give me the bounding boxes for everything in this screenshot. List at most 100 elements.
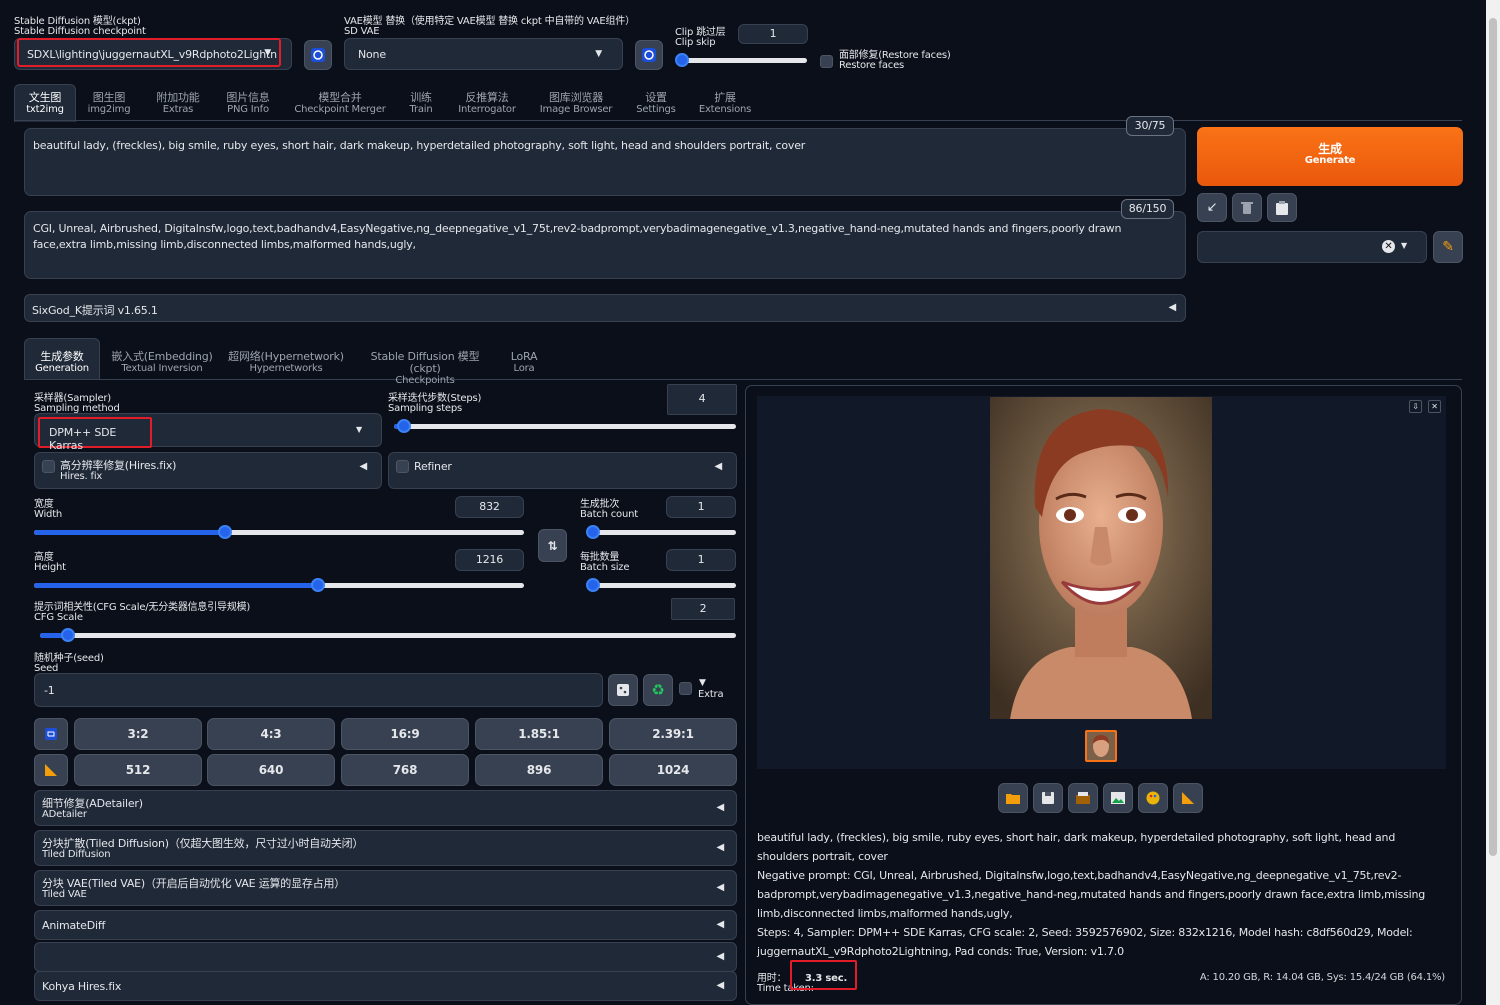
slider-handle[interactable] [586,578,600,592]
scrollbar[interactable] [1486,0,1500,1005]
prompt-textarea[interactable]: beautiful lady, (freckles), big smile, r… [24,128,1186,196]
reuse-seed-button[interactable]: ♻ [643,674,673,706]
size-button[interactable]: 512 [74,754,202,786]
tab-txt2img[interactable]: 文生图 txt2img [16,92,74,116]
subtab-checkpoints[interactable]: Stable Diffusion 模型(ckpt) Checkpoints [356,351,494,387]
send-to-inpaint-button[interactable] [1138,783,1168,813]
accordion-2[interactable]: 分块 VAE(Tiled VAE)（开启后自动优化 VAE 运算的显存占用） Ti… [34,870,737,906]
generate-button[interactable]: 生成 Generate [1197,127,1463,186]
refresh-icon [311,48,325,62]
styles-dropdown[interactable]: ✕ ▼ [1197,231,1427,263]
sampler-label: 采样器(Sampler) Sampling method [34,393,120,414]
ratio-button[interactable]: 4:3 [207,718,335,750]
scrollbar-thumb[interactable] [1489,18,1497,856]
ratio-button[interactable]: 1.85:1 [475,718,603,750]
extra-seed-checkbox[interactable] [679,682,692,695]
slider-handle[interactable] [218,525,233,539]
subtab-textual-inversion[interactable]: 嵌入式(Embedding) Textual Inversion [106,351,218,375]
collapse-arrow-icon: ◀ [716,802,725,813]
subtab-generation[interactable]: 生成参数 Generation [26,351,98,375]
slider-handle[interactable] [311,578,326,592]
refresh-checkpoint-button[interactable] [304,40,332,70]
clip-skip-slider[interactable] [675,53,807,67]
download-icon[interactable]: ⇩ [1409,400,1422,413]
ratio-button[interactable]: 16:9 [341,718,469,750]
tab-image-browser[interactable]: 图库浏览器 Image Browser [537,92,615,116]
image-thumbnail[interactable] [1085,730,1117,762]
width-slider[interactable] [34,525,524,539]
steps-slider[interactable] [394,419,736,433]
read-params-button[interactable]: ↙ [1197,193,1227,222]
tab-png-info[interactable]: 图片信息 PNG Info [218,92,278,116]
send-to-extras-button[interactable] [1173,783,1203,813]
save-button[interactable] [1033,783,1063,813]
generated-image[interactable] [990,397,1212,719]
seed-input[interactable]: -1 [34,673,603,707]
slider-handle[interactable] [60,628,75,642]
tab-checkpoint-merger[interactable]: 模型合并 Checkpoint Merger [294,92,386,116]
width-input[interactable]: 832 [455,496,524,518]
clip-skip-input[interactable]: 1 [738,24,808,44]
ratio-button[interactable]: 3:2 [74,718,202,750]
refiner-checkbox[interactable] [396,460,409,473]
tab-settings[interactable]: 设置 Settings [627,92,685,116]
send-to-img2img-button[interactable] [1103,783,1133,813]
negative-prompt-textarea[interactable]: CGI, Unreal, Airbrushed, Digitalnsfw,log… [24,211,1186,279]
height-slider[interactable] [34,578,524,592]
ruler-button[interactable] [34,754,68,786]
tab-extensions[interactable]: 扩展 Extensions [695,92,755,116]
tab-extras[interactable]: 附加功能 Extras [148,92,208,116]
refresh-vae-button[interactable] [635,40,663,70]
hires-fix-accordion[interactable]: 高分辨率修复(Hires.fix) Hires. fix ◀ [34,452,382,489]
vae-dropdown[interactable]: None ▼ [344,38,623,70]
steps-input[interactable]: 4 [667,384,737,415]
hires-fix-checkbox[interactable] [42,460,55,473]
batch-size-slider[interactable] [586,578,736,592]
checkpoint-value: SDXL\lighting\juggernautXL_v9Rdphoto2Lig… [27,48,277,61]
batch-count-input[interactable]: 1 [666,496,736,518]
zip-button[interactable] [1068,783,1098,813]
restore-faces-checkbox[interactable] [820,55,833,68]
tab-interrogator[interactable]: 反推算法 Interrogator [455,92,519,116]
paste-button[interactable] [1267,193,1297,222]
slider-handle[interactable] [397,419,412,433]
height-input[interactable]: 1216 [455,549,524,571]
checkpoint-dropdown[interactable]: SDXL\lighting\juggernautXL_v9Rdphoto2Lig… [17,38,281,67]
collapse-arrow-icon: ◀ [714,461,723,472]
accordion-5[interactable]: Kohya Hires.fix ◀ [34,971,737,1001]
edit-styles-button[interactable]: ✎ [1433,231,1463,263]
aspect-swap-button[interactable] [34,718,68,750]
tab-label-cn: 图片信息 [226,91,270,104]
open-folder-button[interactable] [998,783,1028,813]
accordion-3[interactable]: AnimateDiff ◀ [34,910,737,940]
checkpoint-label: Stable Diffusion 模型(ckpt) Stable Diffusio… [14,16,146,37]
clear-prompt-button[interactable] [1232,193,1262,222]
batch-count-slider[interactable] [586,525,736,539]
clear-icon[interactable]: ✕ [1382,240,1395,253]
subtab-lora[interactable]: LoRA Lora [500,351,548,375]
sixgod-accordion[interactable]: SixGod_K提示词 v1.65.1 ◀ [24,294,1186,322]
batch-size-input[interactable]: 1 [666,549,736,571]
accordion-4[interactable]: ◀ [34,942,737,972]
tab-train[interactable]: 训练 Train [400,92,442,116]
ratio-button[interactable]: 2.39:1 [609,718,737,750]
subtab-hypernetworks[interactable]: 超网络(Hypernetwork) Hypernetworks [226,351,346,375]
tabs-divider [14,120,1462,121]
swap-dimensions-button[interactable]: ⇅ [538,529,567,562]
tab-img2img[interactable]: 图生图 img2img [80,92,138,116]
slider-handle[interactable] [586,525,600,539]
tab-label-en: Train [409,104,433,115]
close-icon[interactable]: ✕ [1428,400,1441,413]
cfg-input[interactable]: 2 [671,598,735,620]
size-button[interactable]: 768 [341,754,469,786]
collapse-arrow-icon: ◀ [716,842,725,853]
size-button[interactable]: 896 [475,754,603,786]
ruler-icon [45,764,57,776]
refiner-accordion[interactable]: Refiner ◀ [388,452,737,489]
size-button[interactable]: 1024 [609,754,737,786]
accordion-1[interactable]: 分块扩散(Tiled Diffusion)（仅超大图生效，尺寸过小时自动关闭） T… [34,830,737,866]
random-seed-button[interactable] [608,674,638,706]
size-button[interactable]: 640 [207,754,335,786]
cfg-slider[interactable] [40,628,736,642]
accordion-0[interactable]: 细节修复(ADetailer) ADetailer ◀ [34,790,737,826]
